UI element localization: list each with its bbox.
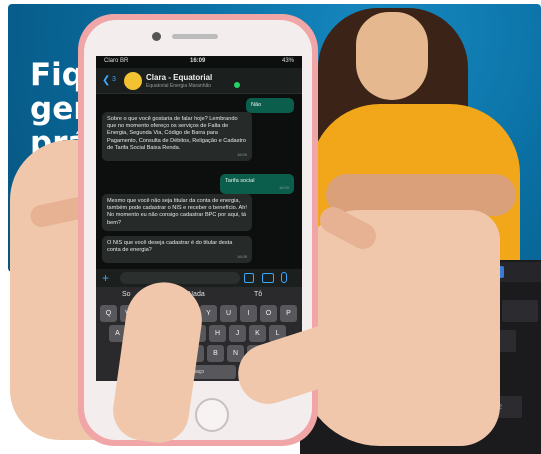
avatar[interactable] [124,72,142,90]
message-text: Não [251,102,262,108]
suggestion-item[interactable]: So [122,291,131,298]
keyboard-key[interactable]: P [280,305,297,322]
clock: 16:09 [190,58,206,64]
unread-count: 3 [112,76,116,83]
message-time: 16:09 [278,185,289,191]
message-time: 16:09 [236,254,247,260]
camera-icon[interactable] [262,273,274,283]
keyboard-key[interactable]: O [260,305,277,322]
keyboard-key[interactable]: K [249,325,266,342]
status-bar: Claro BR 16:09 43% [96,56,302,68]
woman-face [356,12,428,100]
keyboard-key[interactable]: Y [200,305,217,322]
keyboard-key[interactable]: J [229,325,246,342]
message-text: Tarifa social [225,178,255,184]
plus-icon[interactable]: + [102,271,109,285]
keyboard-key[interactable]: U [220,305,237,322]
verified-badge-icon [234,82,240,88]
home-button[interactable] [195,398,229,432]
front-camera [152,32,161,41]
message-text: O NIS que você deseja cadastrar é do tit… [107,240,233,254]
keyboard-key[interactable]: H [209,325,226,342]
photo-scene: Fiq ger prá ais F12 Claro BR 16:09 43% ❮ [0,0,541,454]
keyboard-key[interactable]: B [207,345,224,362]
keyboard-key[interactable]: Q [100,305,117,322]
battery-level: 43% [281,58,294,64]
message-input-bar: + [96,269,302,287]
outgoing-message[interactable]: Tarifa social 16:09 [220,174,294,195]
contact-name[interactable]: Clara - Equatorial [146,73,212,82]
incoming-message[interactable]: Mesmo que você não seja titular da conta… [102,194,252,231]
microphone-icon[interactable] [281,272,287,283]
keyboard-key[interactable]: I [240,305,257,322]
suggestion-item[interactable]: Tô [254,291,262,298]
carrier-label: Claro BR [104,58,129,64]
laptop-key [502,300,538,322]
contact-subtitle: Equatorial Energia Maranhão [146,83,212,89]
message-input[interactable] [120,272,240,284]
message-text: Sobre o que você gostaria de falar hoje?… [107,116,246,151]
chat-header: ❮ 3 Clara - Equatorial Equatorial Energi… [96,68,302,94]
message-time: 16:09 [236,152,247,158]
incoming-message[interactable]: O NIS que você deseja cadastrar é do tit… [102,236,252,264]
earpiece-speaker [172,34,218,39]
back-arrow-icon[interactable]: ❮ [102,75,110,86]
incoming-message[interactable]: Sobre o que você gostaria de falar hoje?… [102,112,252,162]
sticker-icon[interactable] [244,273,254,283]
message-text: Mesmo que você não seja titular da conta… [107,198,247,226]
outgoing-message[interactable]: Não [246,98,294,114]
